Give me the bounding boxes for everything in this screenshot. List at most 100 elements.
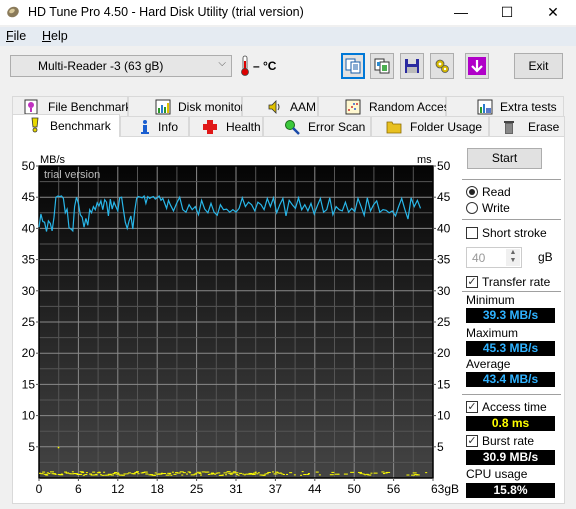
access-time-point bbox=[182, 472, 186, 474]
maximize-button[interactable]: ☐ bbox=[484, 0, 530, 25]
access-time-point bbox=[262, 474, 266, 476]
average-value: 43.4 MB/s bbox=[466, 372, 555, 387]
access-time-point bbox=[357, 471, 362, 473]
folder-icon bbox=[386, 121, 402, 134]
minimum-value: 39.3 MB/s bbox=[466, 308, 555, 323]
access-time-point bbox=[301, 471, 304, 473]
y-left-unit-label: MB/s bbox=[40, 154, 66, 166]
maximum-value: 45.3 MB/s bbox=[466, 341, 555, 356]
access-time-point bbox=[271, 471, 274, 473]
access-time-point bbox=[279, 472, 282, 474]
tab-folder-usage[interactable]: Folder Usage bbox=[371, 116, 489, 136]
access-time-point bbox=[257, 472, 260, 474]
short-stroke-value: 40 bbox=[472, 251, 486, 265]
download-arrow-icon bbox=[468, 57, 486, 75]
access-time-point bbox=[189, 472, 192, 474]
access-time-point bbox=[286, 473, 289, 475]
y-right-tick-label: 50 bbox=[437, 159, 451, 173]
access-time-point bbox=[231, 472, 235, 474]
access-time-point bbox=[171, 471, 174, 473]
access-time-point bbox=[425, 472, 428, 474]
tab-erase[interactable]: Erase bbox=[489, 116, 565, 136]
y-left-tick-label: 20 bbox=[22, 346, 36, 360]
x-tick-label: 63gB bbox=[431, 482, 459, 496]
y-left-tick-label: 5 bbox=[28, 440, 35, 454]
extra-tests-icon bbox=[477, 99, 493, 115]
exit-button[interactable]: Exit bbox=[514, 53, 563, 79]
y-right-tick-label: 15 bbox=[437, 377, 451, 391]
access-time-point bbox=[54, 473, 57, 475]
y-left-tick-label: 10 bbox=[22, 409, 36, 423]
access-time-point bbox=[214, 473, 217, 475]
tab-extra-tests[interactable]: Extra tests bbox=[446, 96, 564, 116]
access-time-point bbox=[329, 474, 334, 476]
access-time-point bbox=[154, 472, 157, 474]
access-time-point bbox=[268, 472, 271, 474]
access-time-point bbox=[293, 474, 296, 476]
access-time-point bbox=[121, 474, 125, 476]
access-time-point bbox=[89, 473, 93, 475]
access-time-point bbox=[95, 473, 98, 475]
read-label: Read bbox=[482, 185, 511, 199]
y-left-tick-label: 15 bbox=[22, 377, 36, 391]
access-time-point bbox=[78, 473, 83, 475]
access-time-point bbox=[415, 474, 420, 476]
average-label: Average bbox=[466, 357, 511, 371]
access-time-point bbox=[115, 473, 120, 475]
access-time-point bbox=[103, 471, 106, 473]
access-time-point bbox=[198, 472, 202, 474]
write-label: Write bbox=[482, 201, 510, 215]
access-time-point bbox=[331, 471, 335, 473]
y-left-tick-label: 50 bbox=[22, 159, 36, 173]
y-left-tick-label: 35 bbox=[22, 253, 36, 267]
access-time-point bbox=[98, 471, 101, 473]
access-time-point bbox=[343, 473, 348, 475]
access-time-point bbox=[40, 473, 44, 475]
access-time-point bbox=[81, 472, 85, 474]
access-time-point bbox=[185, 473, 188, 475]
checkmark-icon: ✓ bbox=[466, 276, 478, 288]
access-time-point bbox=[282, 473, 285, 475]
start-button[interactable]: Start bbox=[467, 148, 542, 169]
access-time-label: Access time bbox=[482, 400, 547, 414]
minimum-label: Minimum bbox=[466, 293, 515, 307]
transfer-rate-chart: 5 5 10 10 15 15 20 20 25 25 30 30 35 35 40 40 45 45 50 50 0 6… bbox=[22, 154, 459, 496]
access-time-point bbox=[253, 472, 257, 474]
access-time-point bbox=[300, 474, 303, 476]
access-time-point bbox=[71, 471, 74, 473]
access-time-point bbox=[373, 472, 378, 474]
x-tick-label: 56 bbox=[387, 482, 401, 496]
download-button[interactable] bbox=[465, 53, 489, 79]
access-time-point bbox=[289, 472, 293, 474]
close-button[interactable]: ✕ bbox=[530, 0, 576, 25]
access-time-point bbox=[64, 471, 68, 473]
access-time-point bbox=[128, 472, 132, 474]
x-tick-label: 50 bbox=[348, 482, 362, 496]
trash-icon bbox=[504, 121, 514, 134]
spinner-arrows-icon[interactable]: ▲ ▼ bbox=[506, 249, 520, 266]
tab-health[interactable]: Health bbox=[189, 116, 263, 136]
access-time-point bbox=[110, 474, 114, 476]
x-tick-label: 18 bbox=[151, 482, 165, 496]
tab-label: Error Scan bbox=[308, 120, 366, 134]
access-time-point bbox=[307, 473, 310, 475]
y-right-tick-label: 35 bbox=[437, 253, 451, 267]
access-time-point bbox=[164, 472, 167, 474]
access-time-point bbox=[239, 472, 243, 474]
y-right-tick-label: 10 bbox=[437, 409, 451, 423]
access-time-point bbox=[165, 474, 170, 476]
access-time-point bbox=[176, 472, 181, 474]
access-time-point bbox=[303, 474, 307, 476]
access-time-point bbox=[406, 474, 410, 476]
x-tick-label: 0 bbox=[36, 482, 43, 496]
access-time-point bbox=[381, 471, 385, 473]
short-stroke-size-input[interactable]: 40 ▲ ▼ bbox=[466, 247, 522, 268]
y-left-tick-label: 30 bbox=[22, 284, 36, 298]
tab-benchmark[interactable]: Benchmark bbox=[12, 114, 120, 137]
access-time-point bbox=[181, 474, 184, 476]
access-time-point bbox=[306, 473, 310, 475]
cpu-usage-label: CPU usage bbox=[466, 467, 528, 481]
tab-info[interactable]: Info bbox=[120, 116, 189, 136]
tab-error-scan[interactable]: Error Scan bbox=[263, 116, 371, 136]
info-icon bbox=[141, 120, 149, 134]
